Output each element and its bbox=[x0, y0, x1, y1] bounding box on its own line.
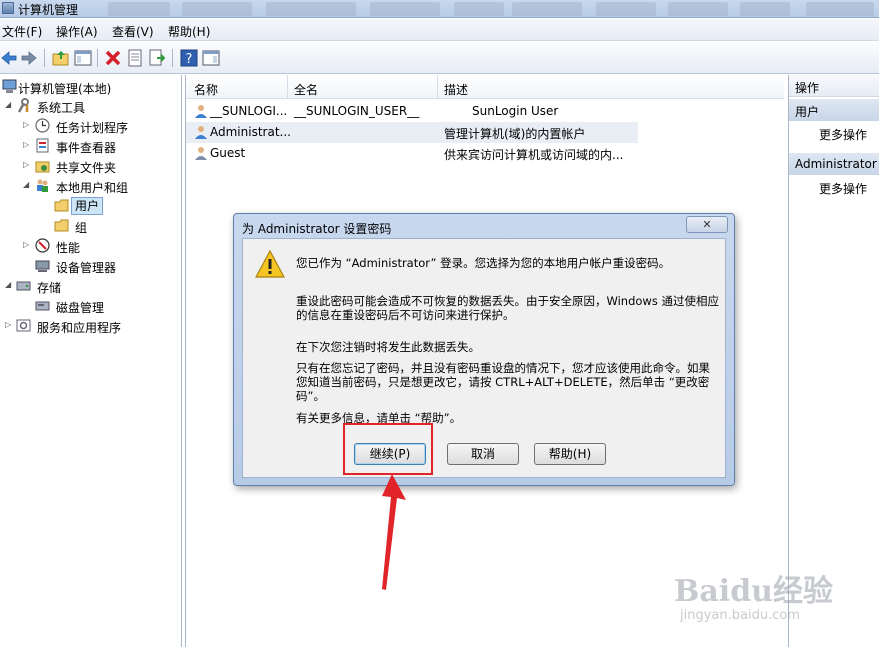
blurred-browser-tab bbox=[182, 2, 252, 16]
blurred-browser-tab bbox=[740, 2, 790, 16]
storage-icon bbox=[16, 281, 31, 291]
close-icon: ✕ bbox=[702, 218, 712, 231]
row-name: Administrat... bbox=[210, 125, 291, 139]
column-fullname[interactable]: 全名 bbox=[294, 81, 318, 98]
expand-triangle-icon[interactable]: ▷ bbox=[23, 140, 29, 149]
column-description[interactable]: 描述 bbox=[444, 81, 468, 98]
toolbar: ? bbox=[0, 42, 879, 74]
row-description: SunLogin User bbox=[472, 104, 559, 118]
blurred-browser-tab bbox=[512, 2, 582, 16]
blurred-browser-tab bbox=[454, 2, 504, 16]
actions-header: 操作 bbox=[789, 75, 879, 97]
toolbar-separator bbox=[97, 49, 98, 67]
collapse-triangle-icon[interactable]: ◢ bbox=[5, 100, 11, 109]
properties-icon[interactable] bbox=[126, 49, 144, 67]
dialog-title: 为 Administrator 设置密码 bbox=[242, 222, 392, 236]
dialog-text-warning: 重设此密码可能会造成不可恢复的数据丢失。由于安全原因，Windows 通过使相应… bbox=[296, 294, 719, 322]
menu-file[interactable]: 文件(F) bbox=[2, 23, 42, 40]
console-tree: 计算机管理(本地) ◢ 系统工具 ▷ 任务计划程序 ▷ 事件查看器 ▷ 共享文件… bbox=[0, 75, 182, 647]
svg-text:?: ? bbox=[186, 52, 193, 67]
baidu-watermark: Baidu经验 jingyan.baidu.com bbox=[674, 560, 874, 640]
column-divider[interactable] bbox=[287, 75, 288, 99]
user-icon bbox=[195, 105, 207, 118]
window-title: 计算机管理 bbox=[18, 3, 79, 17]
export-list-icon[interactable] bbox=[148, 49, 166, 67]
list-row-administrator[interactable]: Administrat... 管理计算机(域)的内置帐户 bbox=[186, 122, 638, 143]
user-icon bbox=[195, 147, 207, 160]
list-column-header: 名称 全名 描述 bbox=[186, 75, 784, 99]
more-actions-link[interactable]: 更多操作 bbox=[819, 126, 867, 143]
more-actions-link[interactable]: 更多操作 bbox=[819, 180, 867, 197]
expand-triangle-icon[interactable]: ▷ bbox=[23, 240, 29, 249]
row-description: 管理计算机(域)的内置帐户 bbox=[444, 127, 586, 141]
expand-triangle-icon[interactable]: ▷ bbox=[23, 120, 29, 129]
watermark-brand: Baidu经验 bbox=[674, 574, 833, 609]
collapse-triangle-icon[interactable]: ◢ bbox=[23, 180, 29, 189]
list-row-sunlogin[interactable]: __SUNLOGI... __SUNLOGIN_USER__ SunLogin … bbox=[186, 101, 784, 122]
user-icon bbox=[195, 126, 207, 139]
dialog-text-data-loss: 在下次您注销时将发生此数据丢失。 bbox=[296, 340, 480, 354]
close-button[interactable]: ✕ bbox=[686, 216, 728, 233]
row-name: __SUNLOGI... bbox=[210, 104, 288, 118]
up-folder-icon[interactable] bbox=[52, 49, 70, 67]
computer-icon bbox=[2, 79, 17, 93]
menu-action[interactable]: 操作(A) bbox=[56, 23, 98, 40]
toolbar-separator bbox=[44, 49, 45, 67]
folder-icon bbox=[54, 219, 69, 232]
folder-icon bbox=[54, 199, 69, 212]
clock-icon bbox=[35, 118, 50, 133]
row-fullname: __SUNLOGIN_USER__ bbox=[294, 104, 420, 118]
actions-section-administrator[interactable]: Administrator bbox=[789, 153, 879, 175]
computer-management-icon bbox=[2, 2, 14, 14]
help-icon[interactable]: ? bbox=[180, 49, 198, 67]
users-group-icon bbox=[37, 179, 48, 192]
row-description: 供来宾访问计算机或访问域的内... bbox=[444, 148, 624, 162]
shared-folder-icon bbox=[35, 161, 50, 173]
column-divider[interactable] bbox=[437, 75, 438, 99]
list-row-guest[interactable]: Guest 供来宾访问计算机或访问域的内... bbox=[186, 143, 784, 164]
disk-icon bbox=[35, 301, 50, 311]
set-password-dialog: 为 Administrator 设置密码 ✕ 您已作为 “Administrat… bbox=[233, 213, 735, 486]
blurred-browser-tab bbox=[596, 2, 656, 16]
dialog-text-intro: 您已作为 “Administrator” 登录。您选择为您的本地用户帐户重设密码… bbox=[296, 256, 671, 270]
toolbar-separator bbox=[172, 49, 173, 67]
blurred-browser-tab bbox=[266, 2, 356, 16]
cancel-button[interactable]: 取消 bbox=[447, 443, 519, 465]
blurred-browser-tab bbox=[370, 2, 440, 16]
blurred-browser-tab bbox=[108, 2, 170, 16]
show-hide-action-pane-icon[interactable] bbox=[202, 49, 220, 67]
menu-bar: 文件(F) 操作(A) 查看(V) 帮助(H) bbox=[0, 19, 879, 41]
performance-icon bbox=[35, 238, 50, 253]
event-viewer-icon bbox=[36, 138, 49, 153]
annotation-arrow bbox=[382, 474, 406, 590]
forward-arrow-icon[interactable] bbox=[20, 49, 38, 67]
blurred-browser-tab bbox=[806, 2, 874, 16]
menu-view[interactable]: 查看(V) bbox=[112, 23, 154, 40]
delete-icon[interactable] bbox=[104, 49, 122, 67]
dialog-body: 您已作为 “Administrator” 登录。您选择为您的本地用户帐户重设密码… bbox=[242, 238, 726, 478]
row-name: Guest bbox=[210, 146, 246, 160]
services-icon bbox=[16, 319, 31, 332]
watermark-url: jingyan.baidu.com bbox=[680, 608, 800, 623]
window-titlebar: 计算机管理 bbox=[0, 0, 879, 18]
dialog-text-usage: 只有在您忘记了密码，并且没有密码重设盘的情况下，您才应该使用此命令。如果您知道当… bbox=[296, 361, 710, 403]
column-name[interactable]: 名称 bbox=[194, 81, 218, 98]
collapse-triangle-icon[interactable]: ◢ bbox=[5, 280, 11, 289]
actions-section-users[interactable]: 用户 bbox=[789, 99, 879, 121]
tools-icon bbox=[17, 98, 29, 113]
back-arrow-icon[interactable] bbox=[0, 49, 18, 67]
highlight-box bbox=[343, 423, 433, 475]
show-hide-console-tree-icon[interactable] bbox=[74, 49, 92, 67]
warning-icon bbox=[254, 249, 286, 278]
blurred-browser-tab bbox=[668, 2, 728, 16]
help-button[interactable]: 帮助(H) bbox=[534, 443, 606, 465]
expand-triangle-icon[interactable]: ▷ bbox=[23, 160, 29, 169]
expand-triangle-icon[interactable]: ▷ bbox=[5, 320, 11, 329]
device-manager-icon bbox=[35, 260, 50, 272]
menu-help[interactable]: 帮助(H) bbox=[168, 23, 210, 40]
